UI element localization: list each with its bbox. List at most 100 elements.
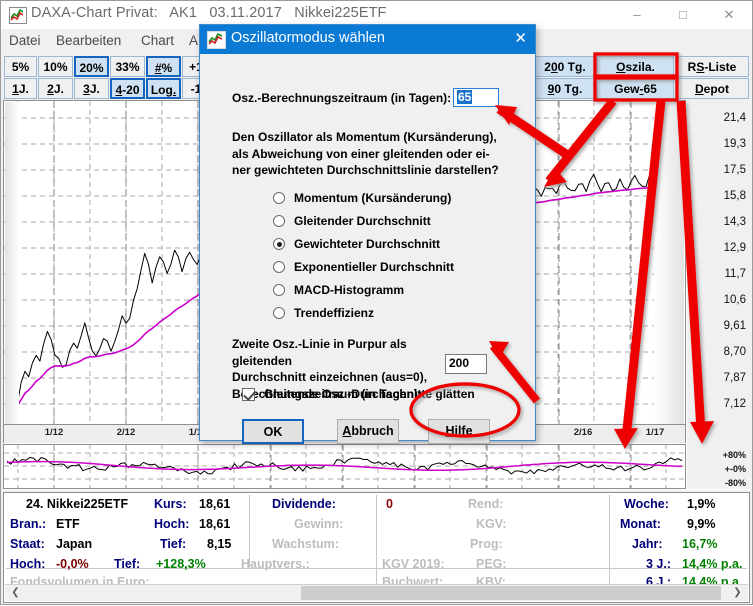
radio-label: Gleitender Durchschnitt [294,214,431,228]
menu-item-bearbeiten[interactable]: Bearbeiten [56,33,121,48]
value-kurs: 18,61 [199,497,231,511]
radio-gewichteter-durchschnitt[interactable]: Gewichteter Durchschnitt [273,237,440,251]
help-button[interactable]: Hilfe [428,419,490,444]
label-woche: Woche: [624,497,669,511]
oscillator-pane[interactable] [3,444,686,489]
y-tick-label: 9,61 [723,320,746,332]
scroll-left-arrow-icon[interactable]: ❮ [7,585,24,601]
ok-button[interactable]: OK [242,419,304,444]
toolbar-button-33pct[interactable]: 33% [110,56,145,77]
label-hoch-pct: Hoch: [10,557,46,571]
osz-period-value: 65 [457,90,473,104]
x-tick-label: 2/12 [116,427,136,438]
y-tick-label: 11,7 [724,268,746,280]
maximize-button[interactable]: □ [660,1,706,29]
y-tick-label: 14,3 [723,216,746,228]
stock-info-panel: 24. Nikkei225ETF Kurs: 18,61 Dividende: … [3,492,750,603]
cancel-button[interactable]: Abbruch [337,419,399,444]
label-tief: Tief: [160,537,187,551]
toolbar-button-1j[interactable]: 1J. [4,78,37,99]
toolbar-button-90tg[interactable]: 90 Tg. [534,78,596,99]
y-tick-label: 10,6 [723,294,746,306]
radio-momentum[interactable]: Momentum (Kursänderung) [273,191,451,205]
smooth-averages-checkbox[interactable]: Gleitende Osz.-Durchschnitte glätten [242,387,475,401]
chart-fade-left [5,102,19,424]
menu-item-chart[interactable]: Chart [141,33,174,48]
value-staat: Japan [56,537,93,551]
value-hoch: 18,61 [199,517,231,531]
label-dividende: Dividende: [272,497,336,511]
label-3j: 3 J.: [646,557,672,571]
radio-label: Exponentieller Durchschnitt [294,260,455,274]
menu-item-datei[interactable]: Datei [9,33,41,48]
radio-button-icon [273,307,285,319]
toolbar-button-oszila[interactable]: Oszila. [597,56,674,77]
y-tick-label: 21,4 [723,112,746,124]
dialog-app-icon [207,31,226,49]
toolbar-button-log[interactable]: Log. [146,78,181,99]
radio-button-icon [273,284,285,296]
toolbar-button-gew-65[interactable]: Gew-65 [597,78,674,99]
value-jahr: 16,7% [682,537,718,551]
radio-gleitender-durchschnitt[interactable]: Gleitender Durchschnitt [273,214,431,228]
radio-button-icon-selected [273,238,285,250]
label-peg: PEG: [476,557,507,571]
value-dividende: 0 [386,497,393,511]
osc-tick-label: +80% [722,450,746,460]
checkbox-label: Gleitende Osz.-Durchschnitte glätten [264,387,475,401]
label-tief-pct: Tief: [114,557,141,571]
toolbar-button-20pct[interactable]: 20% [74,56,109,77]
chart-fade-right [654,102,684,424]
label-jahr: Jahr: [632,537,663,551]
toolbar-button-5pct[interactable]: 5% [4,56,37,77]
x-tick-label: 1/12 [44,427,64,438]
label-hauptvers: Hauptvers.: [241,557,310,571]
radio-trendeffizienz[interactable]: Trendeffizienz [273,306,374,320]
value-bran: ETF [56,517,80,531]
scroll-right-arrow-icon[interactable]: ❯ [729,585,746,601]
label-kgv: KGV: [476,517,507,531]
radio-button-icon [273,192,285,204]
horizontal-scrollbar[interactable]: ❮ ❯ [5,584,748,601]
osz-period-input[interactable]: 65 [453,88,499,107]
dialog-close-icon[interactable]: ✕ [514,29,527,49]
minimize-button[interactable]: – [614,1,660,29]
toolbar-button-hashpct[interactable]: #% [146,56,181,77]
toolbar-button-depot[interactable]: Depot [675,78,749,99]
radio-label: MACD-Histogramm [294,283,405,297]
radio-macd-histogramm[interactable]: MACD-Histogramm [273,283,404,297]
y-tick-label: 12,9 [723,242,746,254]
y-tick-label: 8,70 [723,346,746,358]
close-icon[interactable]: ✕ [706,1,752,29]
toolbar-button-4-20[interactable]: 4-20 [110,78,145,99]
dialog-title-bar: Oszillatormodus wählen ✕ [200,25,535,54]
scrollbar-thumb[interactable] [301,586,721,600]
oscillator-mode-dialog: Oszillatormodus wählen ✕ Osz.-Berechnung… [199,24,536,444]
stock-name: 24. Nikkei225ETF [26,497,129,511]
toolbar-button-rs-liste[interactable]: RS-Liste [675,56,749,77]
panel-divider [609,495,610,587]
value-3j: 14,4% p.a. [682,557,743,571]
radio-label: Momentum (Kursänderung) [294,191,452,205]
toolbar-button-200tg[interactable]: 200 Tg. [534,56,596,77]
value-tief: 8,15 [207,537,232,551]
radio-label: Trendeffizienz [294,306,375,320]
y-tick-label: 15,8 [723,190,746,202]
label-hoch: Hoch: [154,517,190,531]
oscillator-svg [4,445,685,488]
chart-y-axis: 21,4 19,3 17,5 15,8 14,3 12,9 11,7 10,6 … [687,100,750,489]
toolbar-button-3j[interactable]: 3J. [74,78,109,99]
menu-item-a[interactable]: A [189,33,198,48]
osc-tick-label: -80% [724,478,746,488]
label-bran: Bran.: [10,517,47,531]
label-kgv-2019: KGV 2019: [382,557,445,571]
second-period-input[interactable]: 200 [445,354,487,374]
radio-exponentieller-durchschnitt[interactable]: Exponentieller Durchschnitt [273,260,454,274]
panel-divider [376,495,377,587]
label-gewinn: Gewinn: [294,517,344,531]
application-window: DAXA-Chart Privat: AK1 03.11.2017 Nikkei… [0,0,753,605]
x-tick-label: 2/16 [573,427,593,438]
label-wachstum: Wachstum: [272,537,339,551]
toolbar-button-10pct[interactable]: 10% [38,56,73,77]
toolbar-button-2j[interactable]: 2J. [38,78,73,99]
